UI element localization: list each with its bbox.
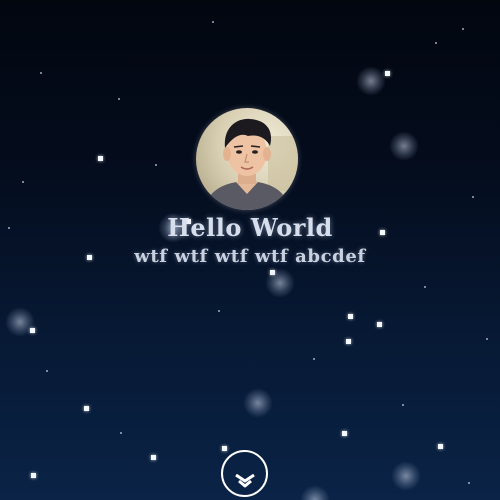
star [118, 98, 120, 100]
star [435, 42, 437, 44]
star [348, 314, 353, 319]
scroll-down-button[interactable] [221, 450, 268, 497]
star [84, 406, 89, 411]
glow-star [300, 485, 330, 500]
star [120, 432, 122, 434]
star [218, 310, 220, 312]
avatar [196, 108, 298, 210]
star [151, 455, 156, 460]
profile-photo-icon [196, 108, 298, 210]
page-title: Hello World [167, 213, 333, 242]
star [212, 21, 214, 23]
star [472, 196, 474, 198]
glow-star [356, 66, 386, 96]
star [377, 322, 382, 327]
star [486, 338, 488, 340]
star [22, 181, 24, 183]
star [468, 482, 470, 484]
glow-star [243, 388, 273, 418]
star [31, 473, 36, 478]
star [424, 286, 426, 288]
star [402, 404, 404, 406]
star [385, 71, 390, 76]
star [46, 370, 48, 372]
star [98, 156, 103, 161]
star [346, 339, 351, 344]
star [155, 164, 157, 166]
star [222, 446, 227, 451]
glow-star [5, 307, 35, 337]
glow-star [391, 461, 421, 491]
star [342, 431, 347, 436]
page: Hello World wtf wtf wtf wtf abcdef [0, 0, 500, 500]
star [462, 28, 464, 30]
star [438, 444, 443, 449]
glow-star [389, 131, 419, 161]
double-chevron-down-icon [235, 474, 255, 488]
star [40, 72, 42, 74]
glow-star [265, 268, 295, 298]
page-subtitle: wtf wtf wtf wtf abcdef [134, 246, 366, 267]
star [313, 358, 315, 360]
